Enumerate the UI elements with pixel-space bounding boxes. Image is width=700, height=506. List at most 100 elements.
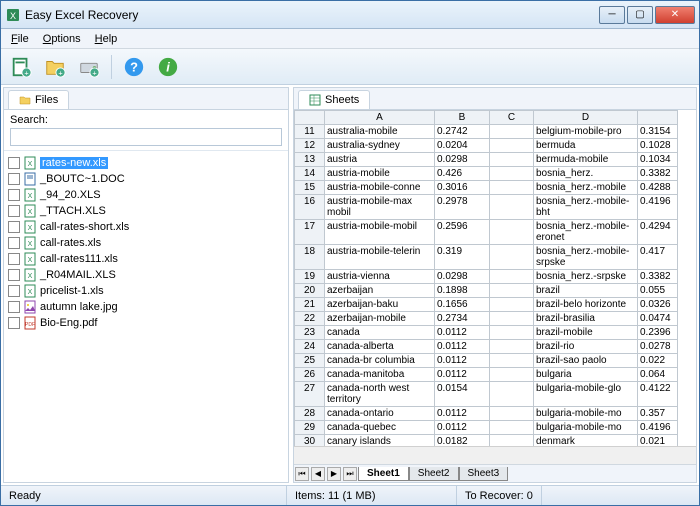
svg-text:i: i [166, 59, 170, 74]
sheet-tab-3[interactable]: Sheet3 [459, 467, 509, 481]
table-row[interactable]: 18austria-mobile-telerin0.319bosnia_herz… [295, 245, 678, 270]
svg-text:X: X [28, 289, 33, 296]
menu-help[interactable]: Help [89, 31, 124, 47]
minimize-button[interactable]: ─ [599, 6, 625, 24]
app-icon: X [5, 7, 21, 23]
svg-text:X: X [10, 11, 16, 21]
file-checkbox[interactable] [8, 253, 20, 265]
file-name: _TTACH.XLS [40, 205, 106, 217]
file-item[interactable]: Xcall-rates.xls [6, 235, 286, 251]
table-row[interactable]: 29canada-quebec0.0112bulgaria-mobile-mo0… [295, 421, 678, 435]
file-item[interactable]: Xcall-rates111.xls [6, 251, 286, 267]
file-item[interactable]: X_R04MAIL.XLS [6, 267, 286, 283]
close-button[interactable]: ✕ [655, 6, 695, 24]
svg-text:?: ? [130, 59, 138, 74]
file-checkbox[interactable] [8, 173, 20, 185]
file-item[interactable]: Xpricelist-1.xls [6, 283, 286, 299]
file-item[interactable]: _BOUTC~1.DOC [6, 171, 286, 187]
horizontal-scrollbar[interactable] [294, 446, 696, 464]
table-row[interactable]: 14austria-mobile0.426bosnia_herz.0.3382 [295, 167, 678, 181]
tab-sheets-label: Sheets [325, 94, 359, 106]
table-row[interactable]: 15austria-mobile-conne0.3016bosnia_herz.… [295, 181, 678, 195]
table-row[interactable]: 30canary islands0.0182denmark0.021 [295, 435, 678, 447]
file-item[interactable]: Xrates-new.xls [6, 155, 286, 171]
file-name: pricelist-1.xls [40, 285, 104, 297]
table-row[interactable]: 17austria-mobile-mobil0.2596bosnia_herz.… [295, 220, 678, 245]
sheet-tab-2[interactable]: Sheet2 [409, 467, 459, 481]
table-row[interactable]: 24canada-alberta0.0112brazil-rio0.0278 [295, 340, 678, 354]
toolbar: + + + ? i [1, 49, 699, 85]
file-name: call-rates.xls [40, 237, 101, 249]
search-input[interactable] [10, 128, 282, 146]
file-item[interactable]: Xcall-rates-short.xls [6, 219, 286, 235]
table-row[interactable]: 21azerbaijan-baku0.1656brazil-belo horiz… [295, 298, 678, 312]
table-row[interactable]: 28canada-ontario0.0112bulgaria-mobile-mo… [295, 407, 678, 421]
svg-text:+: + [92, 68, 96, 77]
menu-options[interactable]: Options [37, 31, 87, 47]
toolbar-help[interactable]: ? [120, 53, 148, 81]
svg-text:X: X [28, 273, 33, 280]
file-name: rates-new.xls [40, 157, 108, 169]
svg-text:PDF: PDF [25, 322, 35, 328]
window-title: Easy Excel Recovery [25, 8, 599, 22]
table-row[interactable]: 22azerbaijan-mobile0.2734brazil-brasilia… [295, 312, 678, 326]
file-name: _94_20.XLS [40, 189, 101, 201]
file-name: call-rates111.xls [40, 253, 118, 265]
table-row[interactable]: 13austria0.0298bermuda-mobile0.1034 [295, 153, 678, 167]
svg-text:X: X [28, 161, 33, 168]
file-checkbox[interactable] [8, 285, 20, 297]
svg-text:X: X [28, 225, 33, 232]
table-row[interactable]: 11australia-mobile0.2742belgium-mobile-p… [295, 125, 678, 139]
file-checkbox[interactable] [8, 317, 20, 329]
file-checkbox[interactable] [8, 189, 20, 201]
table-row[interactable]: 12australia-sydney0.0204bermuda0.1028 [295, 139, 678, 153]
table-row[interactable]: 26canada-manitoba0.0112bulgaria0.064 [295, 368, 678, 382]
menubar: File Options Help [1, 29, 699, 49]
table-row[interactable]: 19austria-vienna0.0298bosnia_herz.-srpsk… [295, 270, 678, 284]
file-item[interactable]: X _TTACH.XLS [6, 203, 286, 219]
table-row[interactable]: 16austria-mobile-max mobil0.2978bosnia_h… [295, 195, 678, 220]
tab-files-label: Files [35, 94, 58, 106]
table-row[interactable]: 20azerbaijan0.1898brazil0.055 [295, 284, 678, 298]
table-row[interactable]: 23canada0.0112brazil-mobile0.2396 [295, 326, 678, 340]
file-item[interactable]: X _94_20.XLS [6, 187, 286, 203]
toolbar-scan-drive[interactable]: + [75, 53, 103, 81]
files-panel: Files Search: Xrates-new.xls_BOUTC~1.DOC… [3, 87, 289, 483]
table-row[interactable]: 25canada-br columbia0.0112brazil-sao pao… [295, 354, 678, 368]
sheet-nav-first[interactable]: ⏮ [295, 467, 309, 481]
file-checkbox[interactable] [8, 269, 20, 281]
sheet-nav-next[interactable]: ▶ [327, 467, 341, 481]
tab-files[interactable]: Files [8, 90, 69, 109]
tab-sheets[interactable]: Sheets [298, 90, 370, 109]
file-checkbox[interactable] [8, 301, 20, 313]
folder-icon [19, 94, 31, 106]
svg-text:+: + [58, 68, 62, 77]
file-checkbox[interactable] [8, 237, 20, 249]
statusbar: Ready Items: 11 (1 MB) To Recover: 0 [1, 485, 699, 505]
sheet-nav-last[interactable]: ⏭ [343, 467, 357, 481]
menu-file[interactable]: File [5, 31, 35, 47]
maximize-button[interactable]: ▢ [627, 6, 653, 24]
file-item[interactable]: autumn lake.jpg [6, 299, 286, 315]
file-name: call-rates-short.xls [40, 221, 129, 233]
sheet-tab-1[interactable]: Sheet1 [358, 467, 409, 481]
toolbar-info[interactable]: i [154, 53, 182, 81]
status-items: Items: 11 (1 MB) [287, 486, 457, 505]
spreadsheet-grid[interactable]: ABCD11australia-mobile0.2742belgium-mobi… [294, 110, 696, 446]
search-label: Search: [10, 114, 282, 126]
file-checkbox[interactable] [8, 221, 20, 233]
file-item[interactable]: PDFBio-Eng.pdf [6, 315, 286, 331]
file-checkbox[interactable] [8, 205, 20, 217]
svg-text:X: X [28, 193, 33, 200]
file-name: autumn lake.jpg [40, 301, 118, 313]
svg-text:X: X [28, 209, 33, 216]
table-row[interactable]: 27canada-north west territory0.0154bulga… [295, 382, 678, 407]
toolbar-open-file[interactable]: + [7, 53, 35, 81]
file-checkbox[interactable] [8, 157, 20, 169]
toolbar-open-folder[interactable]: + [41, 53, 69, 81]
file-tree[interactable]: Xrates-new.xls_BOUTC~1.DOCX_94_20.XLSX_T… [4, 151, 288, 482]
sheet-tabs: ⏮ ◀ ▶ ⏭ Sheet1 Sheet2 Sheet3 [294, 464, 696, 482]
sheets-panel: Sheets ABCD11australia-mobile0.2742belgi… [293, 87, 697, 483]
titlebar: X Easy Excel Recovery ─ ▢ ✕ [1, 1, 699, 29]
sheet-nav-prev[interactable]: ◀ [311, 467, 325, 481]
